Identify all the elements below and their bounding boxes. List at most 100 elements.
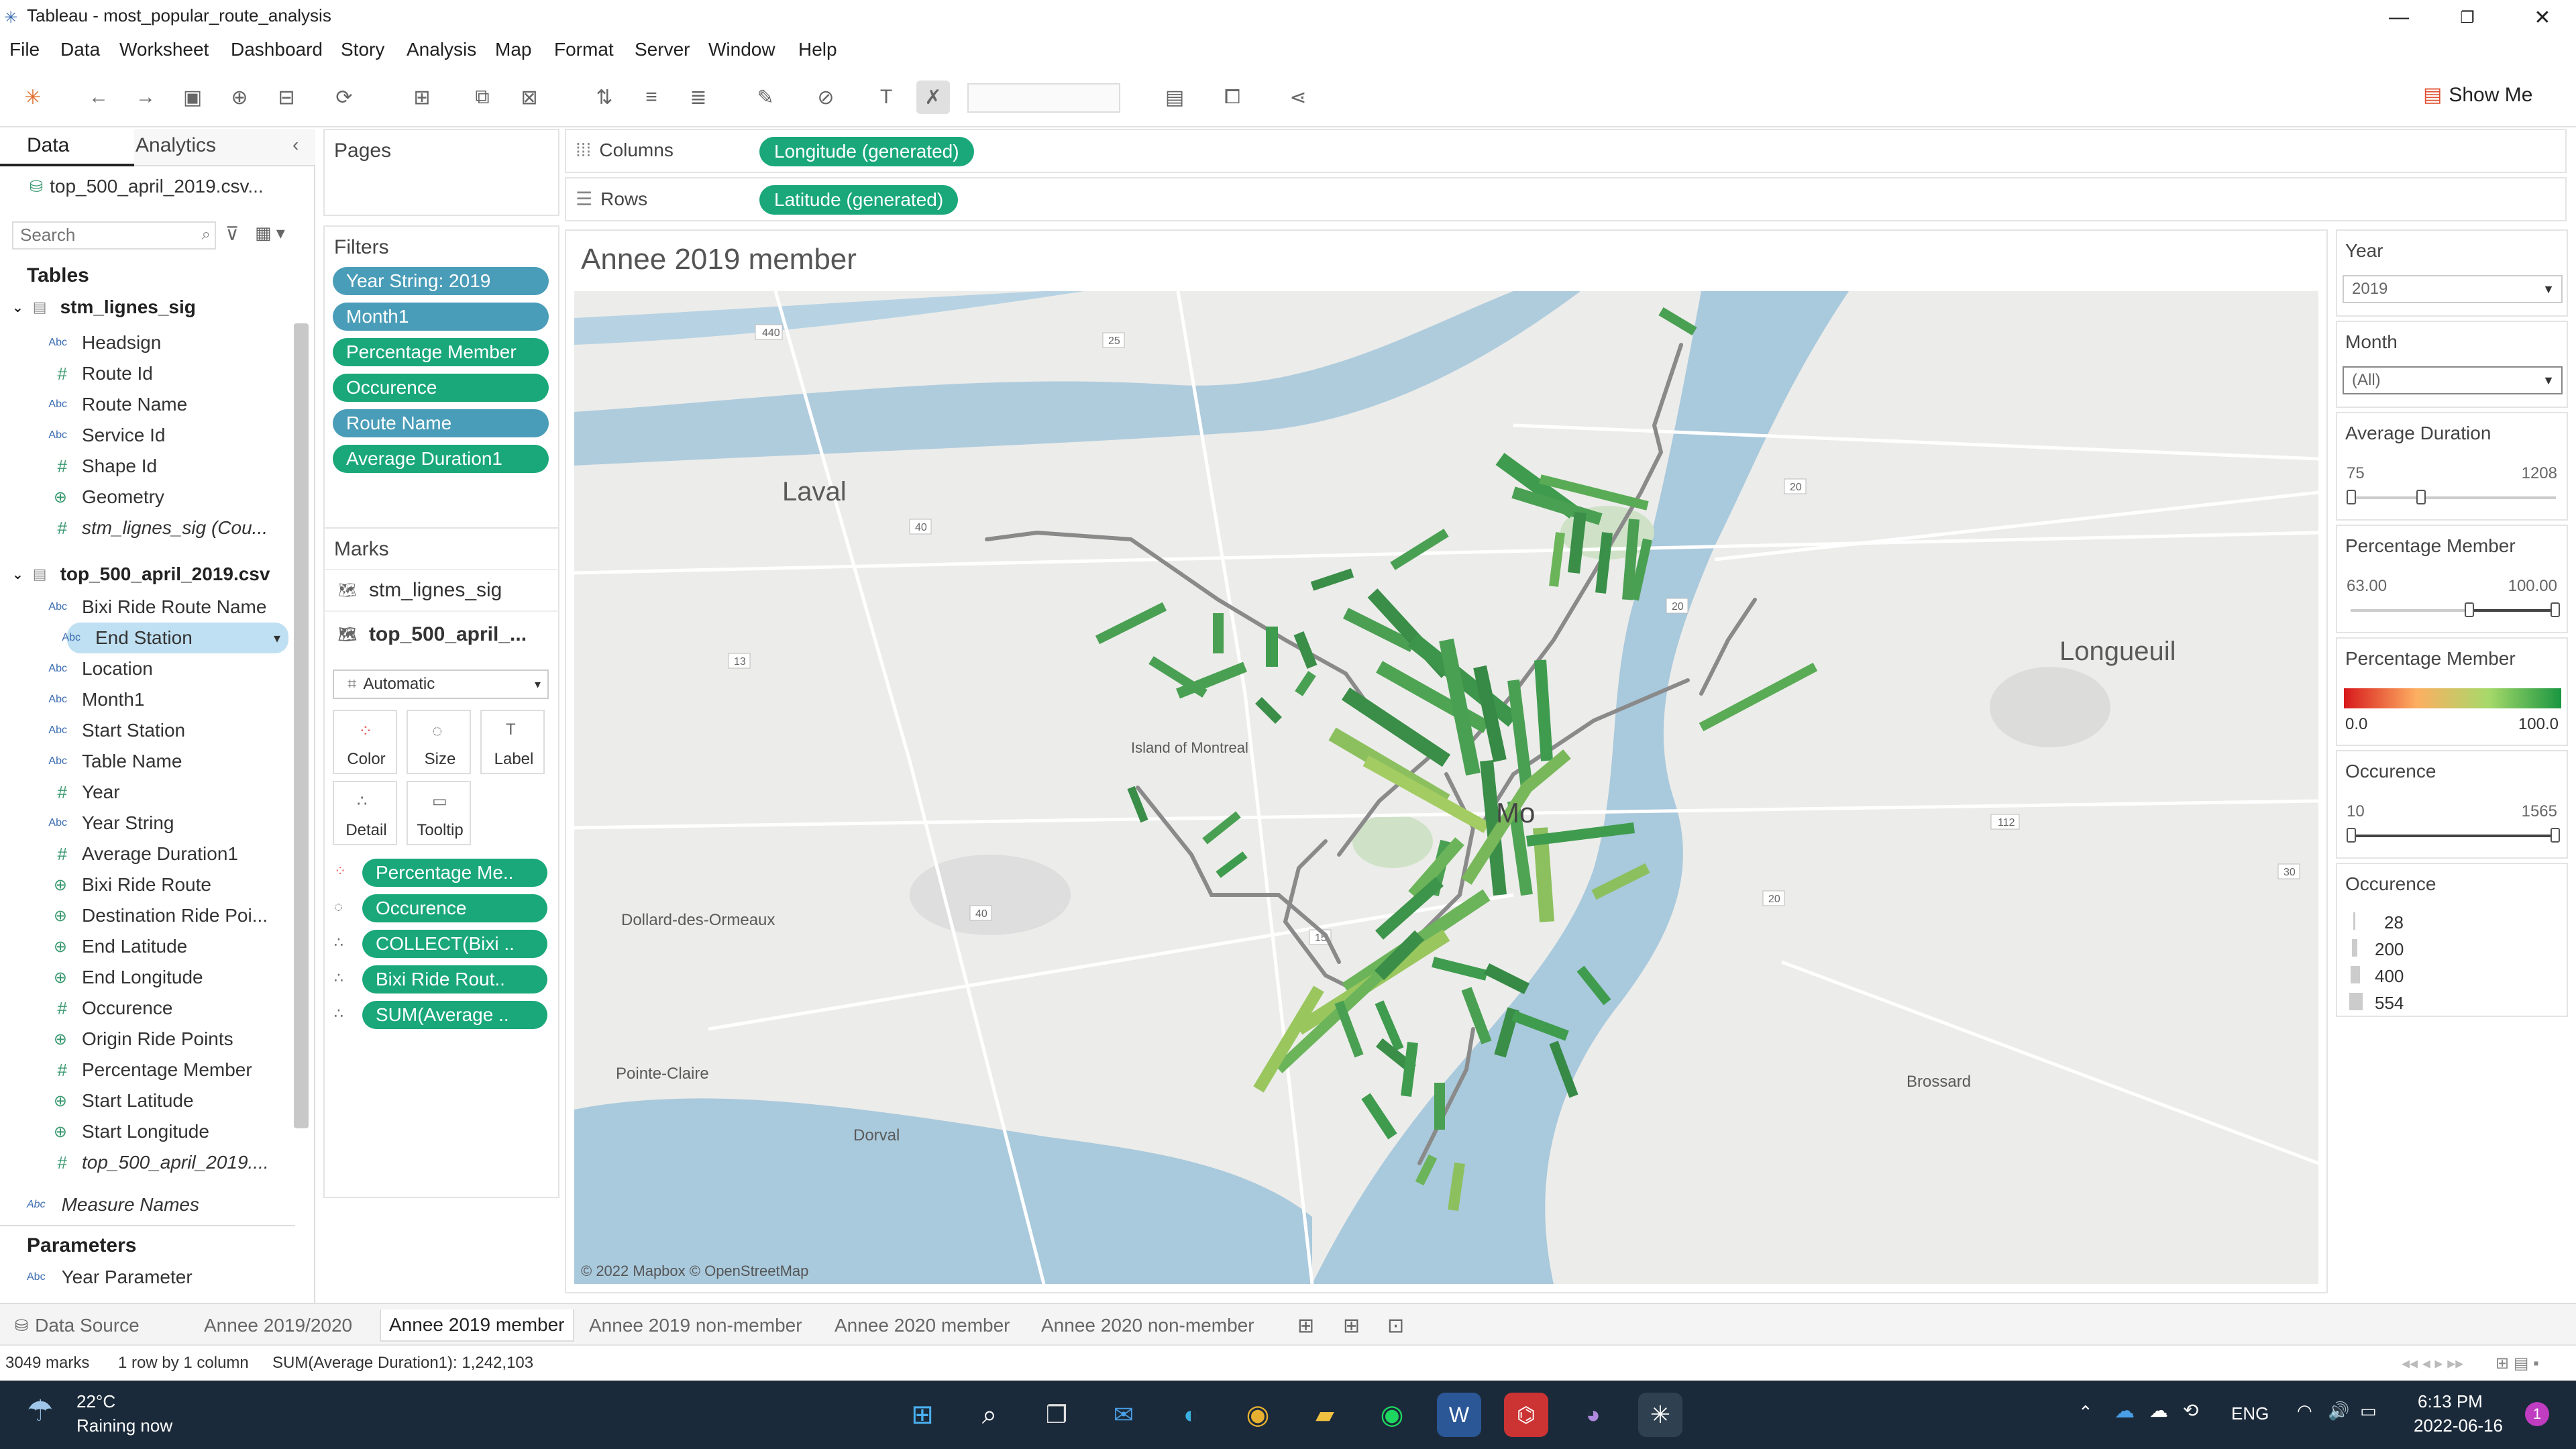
filter-pill[interactable]: Route Name — [333, 409, 549, 437]
fit-dropdown[interactable] — [967, 83, 1120, 113]
field-item[interactable]: Abc Service Id — [0, 420, 295, 451]
taskbar-search-icon[interactable]: ⌕ — [967, 1393, 1012, 1437]
filter-icon[interactable]: ⊽ — [225, 223, 239, 245]
menu-dashboard[interactable]: Dashboard — [231, 39, 323, 60]
pause-updates-icon[interactable]: ⊟ — [270, 80, 303, 114]
marks-pill[interactable]: Bixi Ride Rout.. — [362, 965, 547, 994]
menu-analysis[interactable]: Analysis — [407, 39, 476, 60]
edge-icon[interactable]: ◐ — [1169, 1393, 1213, 1437]
tableau-taskbar-icon[interactable]: ✳ — [1638, 1393, 1682, 1437]
field-item[interactable]: # stm_lignes_sig (Cou... — [0, 513, 295, 543]
field-item[interactable]: Abc Start Station — [0, 715, 295, 746]
menu-data[interactable]: Data — [60, 39, 100, 60]
field-item[interactable]: Abc Route Name — [0, 389, 295, 420]
app-icon[interactable]: ⌬ — [1504, 1393, 1548, 1437]
marks-pill[interactable]: SUM(Average .. — [362, 1001, 547, 1029]
highlight-icon[interactable]: ✎ — [749, 80, 782, 114]
new-dashboard-tab-icon[interactable]: ⊞ — [1335, 1309, 1368, 1342]
group-icon[interactable]: ⊘ — [809, 80, 843, 114]
avg-duration-slider-min-handle[interactable] — [2347, 490, 2356, 504]
table-stm-lignes-sig[interactable]: ⌄ ▤ stm_lignes_sig — [12, 297, 196, 318]
color-button[interactable]: ⁘ Color — [333, 710, 397, 774]
minimize-icon[interactable]: — — [2365, 0, 2432, 35]
menu-file[interactable]: File — [9, 39, 40, 60]
field-item[interactable]: Abc Location — [0, 653, 295, 684]
menu-map[interactable]: Map — [495, 39, 531, 60]
detail-button[interactable]: ∴ Detail — [333, 781, 397, 845]
marks-card[interactable]: Marks 🗺 stm_lignes_sig 🗺 top_500_april_.… — [323, 527, 559, 1198]
columns-pill[interactable]: Longitude (generated) — [759, 137, 974, 166]
parameter-year[interactable]: Abc Year Parameter — [27, 1267, 193, 1288]
columns-shelf[interactable]: ⁞⁞⁞ Columns Longitude (generated) — [565, 129, 2567, 173]
pages-card[interactable]: Pages — [323, 129, 559, 216]
field-item[interactable]: # Year — [0, 777, 295, 808]
month-dropdown[interactable]: (All) ▼ — [2343, 366, 2563, 394]
collapse-pane-icon[interactable]: ‹ — [292, 134, 299, 156]
filter-pill[interactable]: Average Duration1 — [333, 445, 549, 473]
tab-annee-2020-non-member[interactable]: Annee 2020 non-member — [1033, 1309, 1263, 1342]
occurence-slider-min-handle[interactable] — [2347, 828, 2356, 843]
tableau-home-icon[interactable]: ✳ — [16, 80, 50, 114]
field-item[interactable]: # Occurence — [0, 993, 295, 1024]
notification-badge[interactable]: 1 — [2525, 1402, 2549, 1426]
sort-ascending-icon[interactable]: ≡ — [635, 80, 668, 114]
file-explorer-icon[interactable]: ▰ — [1303, 1393, 1347, 1437]
pane-scrollbar[interactable] — [294, 323, 309, 1128]
occurence-slider-max-handle[interactable] — [2551, 828, 2560, 843]
field-item[interactable]: ⊕ Destination Ride Poi... — [0, 900, 295, 931]
field-item[interactable]: ⊕ Origin Ride Points — [0, 1024, 295, 1055]
filter-pill[interactable]: Percentage Member — [333, 338, 549, 366]
tab-annee-2019-non-member[interactable]: Annee 2019 non-member — [581, 1309, 810, 1342]
sync-icon[interactable]: ⟲ — [2183, 1399, 2198, 1421]
filter-pill[interactable]: Occurence — [333, 374, 549, 402]
view-mode-icon[interactable]: ⊞ ▤ ▪ — [2496, 1354, 2539, 1373]
rows-pill[interactable]: Latitude (generated) — [759, 185, 959, 215]
wifi-icon[interactable]: ◠ — [2297, 1401, 2312, 1421]
measure-names[interactable]: Abc Measure Names — [27, 1194, 199, 1216]
marks-layer-top500[interactable]: 🗺 top_500_april_... — [325, 613, 558, 656]
refresh-icon[interactable]: ⟳ — [327, 80, 361, 114]
new-datasource-icon[interactable]: ⊕ — [223, 80, 256, 114]
tab-annee-2020-member[interactable]: Annee 2020 member — [826, 1309, 1018, 1342]
field-item[interactable]: ⊕ Start Latitude — [0, 1085, 295, 1116]
sort-descending-icon[interactable]: ≣ — [682, 80, 715, 114]
table-top-500[interactable]: ⌄ ▤ top_500_april_2019.csv — [12, 564, 270, 585]
menu-help[interactable]: Help — [798, 39, 837, 60]
language-indicator[interactable]: ENG — [2231, 1403, 2269, 1424]
avg-duration-slider-max-handle[interactable] — [2416, 490, 2426, 504]
close-icon[interactable]: ✕ — [2509, 0, 2576, 35]
search-input[interactable] — [19, 223, 180, 247]
datasource-selector[interactable]: ⛁ top_500_april_2019.csv... — [30, 176, 264, 197]
field-menu-icon[interactable]: ▾ — [274, 630, 280, 647]
field-item[interactable]: ⊕ Start Longitude — [0, 1116, 295, 1147]
clock-time[interactable]: 6:13 PM — [2418, 1391, 2483, 1412]
pct-member-slider-max-handle[interactable] — [2551, 602, 2560, 617]
presentation-icon[interactable]: ⧠ — [1216, 80, 1249, 114]
menu-worksheet[interactable]: Worksheet — [119, 39, 209, 60]
clock-date[interactable]: 2022-06-16 — [2414, 1415, 2503, 1436]
search-field[interactable]: ⌕ — [12, 221, 216, 250]
field-item[interactable]: ⊕ Geometry — [0, 482, 295, 513]
tab-data-source[interactable]: ⛁ Data Source — [7, 1309, 148, 1342]
windows-start-icon[interactable]: ⊞ — [900, 1393, 945, 1437]
tab-analytics[interactable]: Analytics ‹ — [134, 129, 315, 166]
marks-pill[interactable]: COLLECT(Bixi .. — [362, 930, 547, 958]
mail-icon[interactable]: ✉ — [1102, 1393, 1146, 1437]
volume-icon[interactable]: 🔊 — [2328, 1401, 2349, 1421]
word-icon[interactable]: W — [1437, 1393, 1481, 1437]
tab-annee-2019-member[interactable]: Annee 2019 member — [380, 1309, 574, 1342]
field-item[interactable]: # top_500_april_2019.... — [0, 1147, 295, 1178]
pct-member-slider-min-handle[interactable] — [2465, 602, 2474, 617]
spotify-icon[interactable]: ◉ — [1370, 1393, 1414, 1437]
menu-server[interactable]: Server — [635, 39, 690, 60]
chrome-icon[interactable]: ◉ — [1236, 1393, 1280, 1437]
onedrive-icon[interactable]: ☁ — [2114, 1399, 2135, 1423]
map-view[interactable]: 440 25 40 20 13 20 40 15 112 20 30 Laval… — [574, 291, 2318, 1284]
field-item[interactable]: # Shape Id — [0, 451, 295, 482]
field-item[interactable]: Abc Headsign — [0, 327, 295, 358]
task-view-icon[interactable]: ❐ — [1034, 1393, 1079, 1437]
marks-layer-stm[interactable]: 🗺 stm_lignes_sig — [325, 569, 558, 612]
tab-annee-2019-2020[interactable]: Annee 2019/2020 — [196, 1309, 360, 1342]
field-item[interactable]: ⊕ Bixi Ride Route — [0, 869, 295, 900]
battery-icon[interactable]: ▭ — [2360, 1401, 2377, 1421]
